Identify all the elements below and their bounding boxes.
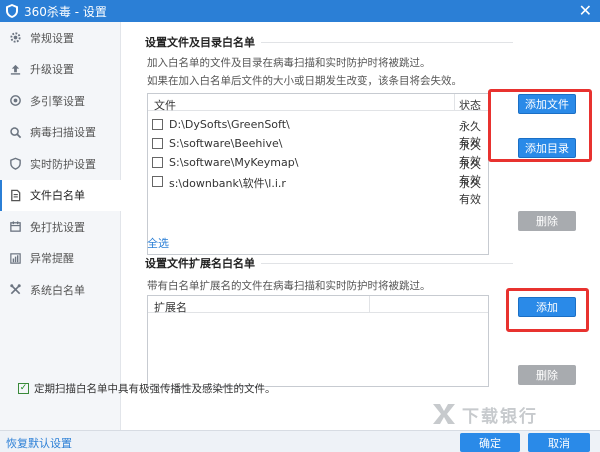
checkbox-checked-icon[interactable]: ✓ [18, 383, 29, 394]
sidebar-item-realtime[interactable]: 实时防护设置 [0, 148, 120, 180]
column-separator [454, 94, 455, 110]
watermark-logo-icon [433, 404, 455, 424]
row-checkbox[interactable] [152, 176, 163, 187]
table-header: 扩展名 [148, 296, 488, 314]
table-row[interactable]: S:\software\MyKeymap\ 永久有效 [148, 154, 488, 187]
gear-icon [8, 31, 22, 45]
highlight-box [488, 89, 592, 162]
table-header: 文件 状态 [148, 94, 488, 112]
table-row[interactable]: s:\downbank\软件\l.i.r 永久有效 [148, 173, 488, 206]
extension-whitelist-table: 扩展名 [147, 295, 489, 387]
file-whitelist-table: 文件 状态 D:\DySofts\GreenSoft\ 永久有效 S:\soft… [147, 93, 489, 255]
sidebar: 常规设置 升级设置 多引擎设置 病毒扫描设置 实时防护设置 文件白名单 免打扰设… [0, 22, 121, 430]
divider [261, 42, 513, 43]
extension-description: 带有白名单扩展名的文件在病毒扫描和实时防护时将被跳过。 [147, 280, 431, 292]
calendar-icon [8, 220, 22, 234]
close-icon[interactable]: ✕ [579, 1, 592, 21]
search-icon [8, 125, 22, 139]
sidebar-item-label: 升级设置 [30, 63, 74, 77]
document-icon [8, 188, 22, 202]
highlight-box [506, 288, 589, 332]
restore-defaults-link[interactable]: 恢复默认设置 [6, 435, 72, 451]
sidebar-item-system-whitelist[interactable]: 系统白名单 [0, 274, 120, 306]
select-all-link[interactable]: 全选 [147, 235, 169, 251]
row-checkbox[interactable] [152, 157, 163, 168]
row-checkbox[interactable] [152, 138, 163, 149]
settings-panel: 设置文件及目录白名单 加入白名单的文件及目录在病毒扫描和实时防护时将被跳过。 如… [121, 22, 600, 430]
whitelist-description-2: 如果在加入白名单后文件的大小或日期发生改变，该条目将会失效。 [147, 75, 462, 87]
column-header-status: 状态 [459, 99, 481, 112]
engine-icon [8, 94, 22, 108]
column-header-extension: 扩展名 [154, 301, 187, 314]
sidebar-item-alerts[interactable]: 异常提醒 [0, 243, 120, 275]
divider [261, 263, 513, 264]
sidebar-item-label: 多引擎设置 [30, 94, 85, 108]
tools-icon [8, 283, 22, 297]
sidebar-item-engines[interactable]: 多引擎设置 [0, 85, 120, 117]
delete-extension-button[interactable]: 删除 [518, 365, 576, 385]
sidebar-item-label: 文件白名单 [30, 189, 85, 203]
row-path: S:\software\MyKeymap\ [169, 156, 299, 169]
watermark-text: 下载银行 [462, 406, 538, 427]
row-path: D:\DySofts\GreenSoft\ [169, 118, 290, 131]
column-header-file: 文件 [154, 99, 176, 112]
whitelist-description-1: 加入白名单的文件及目录在病毒扫描和实时防护时将被跳过。 [147, 57, 431, 69]
section-title-file-whitelist: 设置文件及目录白名单 [145, 36, 255, 49]
sidebar-item-label: 实时防护设置 [30, 157, 96, 171]
row-path: s:\downbank\软件\l.i.r [169, 177, 286, 190]
sidebar-item-update[interactable]: 升级设置 [0, 54, 120, 86]
shield-icon [8, 157, 22, 171]
sidebar-item-label: 常规设置 [30, 31, 74, 45]
title-bar: 360杀毒 - 设置 ✕ [0, 0, 600, 22]
table-row[interactable]: S:\software\Beehive\ 永久有效 [148, 135, 488, 168]
sidebar-item-file-whitelist[interactable]: 文件白名单 [0, 179, 121, 211]
delete-file-button[interactable]: 删除 [518, 211, 576, 231]
sidebar-item-label: 异常提醒 [30, 252, 74, 266]
sidebar-item-dnd[interactable]: 免打扰设置 [0, 211, 120, 243]
ok-button[interactable]: 确定 [460, 433, 520, 452]
app-logo-icon [6, 4, 18, 18]
column-separator [369, 296, 370, 312]
sidebar-item-label: 免打扰设置 [30, 220, 85, 234]
sidebar-item-label: 病毒扫描设置 [30, 126, 96, 140]
watermark: 下载银行 [430, 400, 538, 428]
table-row[interactable]: D:\DySofts\GreenSoft\ 永久有效 [148, 116, 488, 149]
periodic-scan-label: 定期扫描白名单中具有极强传播性及感染性的文件。 [34, 383, 276, 395]
sidebar-item-scan[interactable]: 病毒扫描设置 [0, 117, 120, 149]
footer-bar: 恢复默认设置 确定 取消 [0, 430, 600, 452]
row-path: S:\software\Beehive\ [169, 137, 283, 150]
cancel-button[interactable]: 取消 [528, 433, 590, 452]
window-title: 360杀毒 - 设置 [24, 4, 107, 19]
row-checkbox[interactable] [152, 119, 163, 130]
periodic-scan-option[interactable]: ✓ 定期扫描白名单中具有极强传播性及感染性的文件。 [18, 381, 276, 396]
sidebar-item-general[interactable]: 常规设置 [0, 22, 120, 54]
bar-chart-icon [8, 251, 22, 265]
upload-icon [8, 62, 22, 76]
sidebar-item-label: 系统白名单 [30, 283, 85, 297]
section-title-extension-whitelist: 设置文件扩展名白名单 [145, 257, 255, 270]
row-status: 永久有效 [459, 177, 481, 206]
